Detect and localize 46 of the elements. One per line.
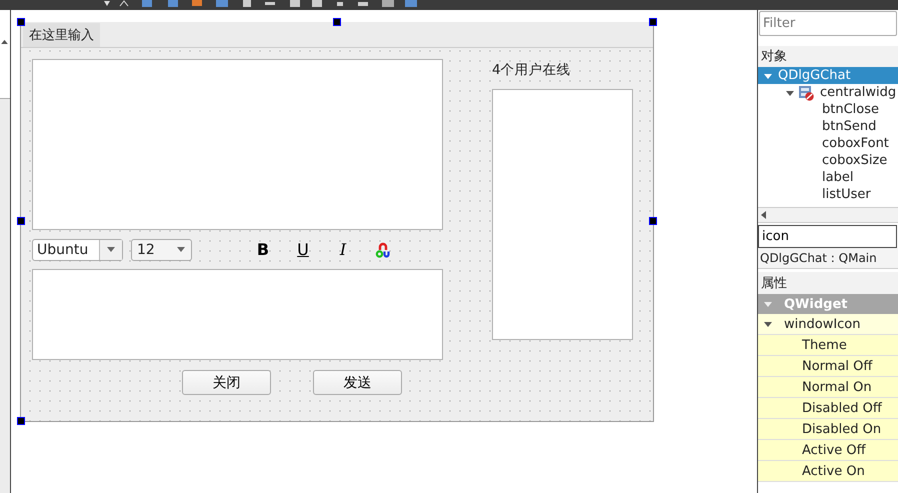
selection-handle[interactable] — [649, 18, 657, 26]
section-header: 属性 — [758, 272, 898, 294]
push-button[interactable]: 发送 — [313, 370, 402, 395]
property-row[interactable]: Normal Off — [758, 356, 898, 377]
message-input[interactable] — [32, 269, 443, 360]
menu-item[interactable]: 在这里输入 — [23, 22, 100, 46]
scroll-up-icon[interactable] — [1, 39, 8, 44]
property-row[interactable]: Disabled On — [758, 419, 898, 440]
tree-item[interactable]: btnSend — [758, 118, 898, 135]
color-icon — [375, 242, 391, 258]
property-row[interactable]: Disabled Off — [758, 398, 898, 419]
dropdown-icon — [107, 247, 115, 252]
section-header: 对象 — [758, 46, 898, 67]
user-list[interactable] — [492, 89, 633, 340]
selection-handle[interactable] — [17, 417, 25, 425]
bold-button[interactable]: B — [250, 238, 276, 260]
property-row[interactable]: Active Off — [758, 440, 898, 461]
tree-item[interactable]: centralwidg — [758, 84, 898, 101]
widget-icon — [798, 84, 814, 100]
expand-arrow-icon[interactable] — [764, 72, 772, 80]
tree-item[interactable]: listUser — [758, 186, 898, 203]
class-label: QDlgGChat : QMain — [758, 248, 898, 269]
property-row[interactable]: Active On — [758, 461, 898, 482]
expand-arrow-icon[interactable] — [764, 320, 772, 328]
size-combo[interactable]: 12 — [131, 238, 192, 260]
tree-item[interactable]: QDlgGChat — [758, 67, 898, 84]
selection-handle[interactable] — [17, 18, 25, 26]
tree-item[interactable]: coboxFont — [758, 135, 898, 152]
property-row[interactable]: Normal On — [758, 377, 898, 398]
font-combo[interactable]: Ubuntu — [32, 238, 123, 260]
online-users-label: 4个用户在线 — [492, 61, 572, 80]
selection-handle[interactable] — [17, 217, 25, 225]
property-row[interactable]: Theme — [758, 335, 898, 356]
tree-item[interactable]: btnClose — [758, 101, 898, 118]
selection-handle[interactable] — [649, 217, 657, 225]
tree-item[interactable]: label — [758, 169, 898, 186]
filter-field[interactable]: Filter — [759, 11, 897, 36]
dropdown-icon — [177, 247, 185, 252]
selection-handle[interactable] — [333, 18, 341, 26]
property-filter-field[interactable]: icon — [758, 225, 897, 248]
push-button[interactable]: 关闭 — [182, 370, 271, 395]
expand-arrow-icon[interactable] — [786, 88, 794, 96]
underline-button[interactable]: U — [290, 238, 316, 260]
italic-button[interactable]: I — [330, 238, 356, 260]
scroll-left-icon[interactable] — [761, 211, 766, 219]
tree-item[interactable]: coboxSize — [758, 152, 898, 169]
